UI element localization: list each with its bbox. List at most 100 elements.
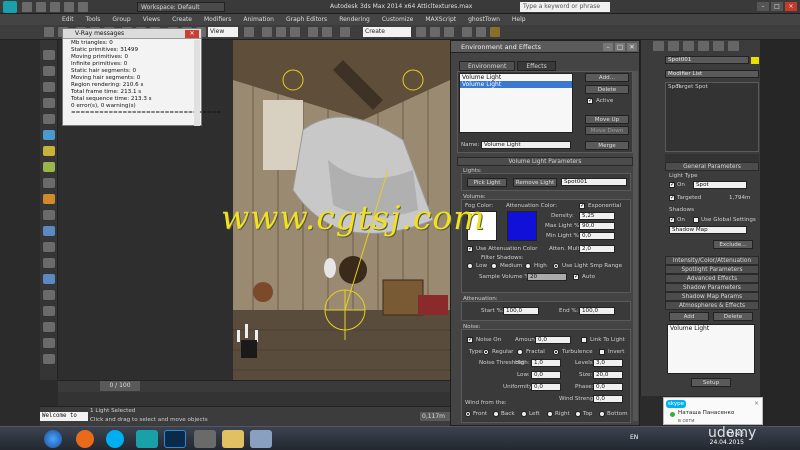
tool-4-icon[interactable] [43, 98, 55, 108]
object-name-field[interactable]: Spot001 [665, 56, 749, 64]
render-teapot-icon[interactable] [490, 27, 500, 37]
tool-9-icon[interactable] [43, 178, 55, 188]
wind-front-radio[interactable] [465, 411, 471, 417]
tool-14-icon[interactable] [43, 258, 55, 268]
menu-maxscript[interactable]: MAXScript [425, 14, 456, 25]
atmos-delete-button[interactable]: Delete [713, 312, 753, 321]
close-icon[interactable]: ✕ [627, 43, 637, 51]
display-tab-icon[interactable] [713, 41, 724, 51]
tool-1-icon[interactable] [43, 50, 55, 60]
menu-ghosttown[interactable]: ghostTown [468, 14, 500, 25]
snap-icon[interactable] [262, 27, 272, 37]
motion-tab-icon[interactable] [698, 41, 709, 51]
undo-icon[interactable] [64, 2, 74, 12]
reference-coordinate-dropdown[interactable]: View [208, 27, 238, 37]
shadow-high-radio[interactable] [525, 263, 531, 269]
menu-views[interactable]: Views [143, 14, 160, 25]
volume-light-params-rollout[interactable]: Volume Light Parameters [457, 157, 633, 166]
sphere-icon[interactable] [43, 130, 55, 140]
add-button[interactable]: Add... [585, 73, 629, 82]
start-field[interactable]: 100,0 [503, 307, 539, 315]
invert-checkbox[interactable] [599, 349, 605, 355]
3dsmax-icon[interactable] [136, 430, 158, 448]
maxscript-listener[interactable]: Welcome to [40, 412, 88, 421]
move-up-button[interactable]: Move Up [585, 115, 629, 124]
atmospheres-list[interactable]: Volume Light [667, 324, 755, 374]
general-parameters-rollout[interactable]: General Parameters [665, 162, 759, 171]
menu-create[interactable]: Create [172, 14, 192, 25]
light-on-checkbox[interactable] [669, 181, 675, 188]
coordinate-readout[interactable]: 0,117m [420, 412, 450, 421]
firefox-icon[interactable] [76, 430, 94, 448]
end-field[interactable]: 100,0 [579, 307, 615, 315]
tool-19-icon[interactable] [43, 338, 55, 348]
track-bar[interactable] [58, 392, 450, 406]
modifier-stack[interactable]: Spot Target Spot [665, 82, 759, 152]
menu-tools[interactable]: Tools [86, 14, 101, 25]
menu-animation[interactable]: Animation [243, 14, 274, 25]
menu-rendering[interactable]: Rendering [339, 14, 370, 25]
shadow-map-params-rollout[interactable]: Shadow Map Params [665, 292, 759, 301]
link-to-light-checkbox[interactable] [581, 337, 587, 343]
sun-icon[interactable] [43, 194, 55, 204]
min-light-field[interactable]: 0,0 [579, 232, 615, 240]
targeted-checkbox[interactable] [669, 194, 675, 201]
time-slider[interactable]: 0 / 100 [100, 381, 140, 391]
tool-20-icon[interactable] [43, 354, 55, 364]
tool-18-icon[interactable] [43, 322, 55, 332]
list-item[interactable]: Volume Light [460, 81, 572, 88]
type-fractal-radio[interactable] [517, 349, 523, 355]
plant-icon[interactable] [43, 162, 55, 172]
tool-13-icon[interactable] [43, 242, 55, 252]
curve-editor-icon[interactable] [416, 27, 426, 37]
wind-back-radio[interactable] [493, 411, 499, 417]
atmos-add-button[interactable]: Add [669, 312, 709, 321]
high-field[interactable]: 1,0 [531, 359, 561, 367]
minimize-icon[interactable]: – [603, 43, 613, 51]
pivot-icon[interactable] [244, 27, 254, 37]
app-icon[interactable] [250, 430, 272, 448]
skype-notification[interactable]: skype × Наташа Панасенко в сети [663, 397, 763, 425]
percent-snap-icon[interactable] [290, 27, 300, 37]
maximize-icon[interactable]: □ [771, 2, 783, 11]
close-icon[interactable]: × [754, 400, 759, 407]
save-file-icon[interactable] [50, 2, 60, 12]
menu-customize[interactable]: Customize [382, 14, 414, 25]
app-logo-icon[interactable] [3, 1, 17, 13]
menu-graph-editors[interactable]: Graph Editors [286, 14, 327, 25]
menu-help[interactable]: Help [512, 14, 526, 25]
object-color-swatch[interactable] [751, 57, 759, 64]
list-item[interactable]: Volume Light [460, 74, 572, 81]
light-icon[interactable] [43, 146, 55, 156]
render-setup-icon[interactable] [462, 27, 472, 37]
type-turbulence-radio[interactable] [553, 349, 559, 355]
redo-icon[interactable] [78, 2, 88, 12]
tool-11-icon[interactable] [43, 210, 55, 220]
named-selection-dropdown[interactable]: Create Selection Se [363, 27, 411, 45]
list-item[interactable]: Volume Light [668, 325, 754, 332]
shadow-type-dropdown[interactable]: Shadow Map [669, 226, 747, 234]
maximize-icon[interactable]: □ [615, 43, 625, 51]
hierarchy-tab-icon[interactable] [683, 41, 694, 51]
menu-modifiers[interactable]: Modifiers [204, 14, 231, 25]
material-editor-icon[interactable] [444, 27, 454, 37]
tab-effects[interactable]: Effects [517, 61, 556, 71]
size-field[interactable]: 20,0 [593, 371, 623, 379]
tool-15-icon[interactable] [43, 274, 55, 284]
auto-checkbox[interactable] [573, 273, 579, 280]
levels-field[interactable]: 3,0 [593, 359, 623, 367]
tool-3-icon[interactable] [43, 82, 55, 92]
vray-scrollbar[interactable] [194, 40, 200, 126]
wind-top-radio[interactable] [575, 411, 581, 417]
type-regular-radio[interactable] [483, 349, 489, 355]
language-indicator[interactable]: EN [630, 434, 638, 441]
spotlight-params-rollout[interactable]: Spotlight Parameters [665, 265, 759, 274]
effect-name-field[interactable]: Volume Light [481, 141, 571, 149]
low-field[interactable]: 0,0 [531, 371, 561, 379]
photoshop-icon[interactable] [164, 430, 186, 448]
close-icon[interactable]: × [785, 2, 797, 11]
setup-button[interactable]: Setup [691, 378, 731, 387]
wind-bottom-radio[interactable] [599, 411, 605, 417]
utilities-tab-icon[interactable] [728, 41, 739, 51]
max-light-field[interactable]: 90,0 [579, 222, 615, 230]
